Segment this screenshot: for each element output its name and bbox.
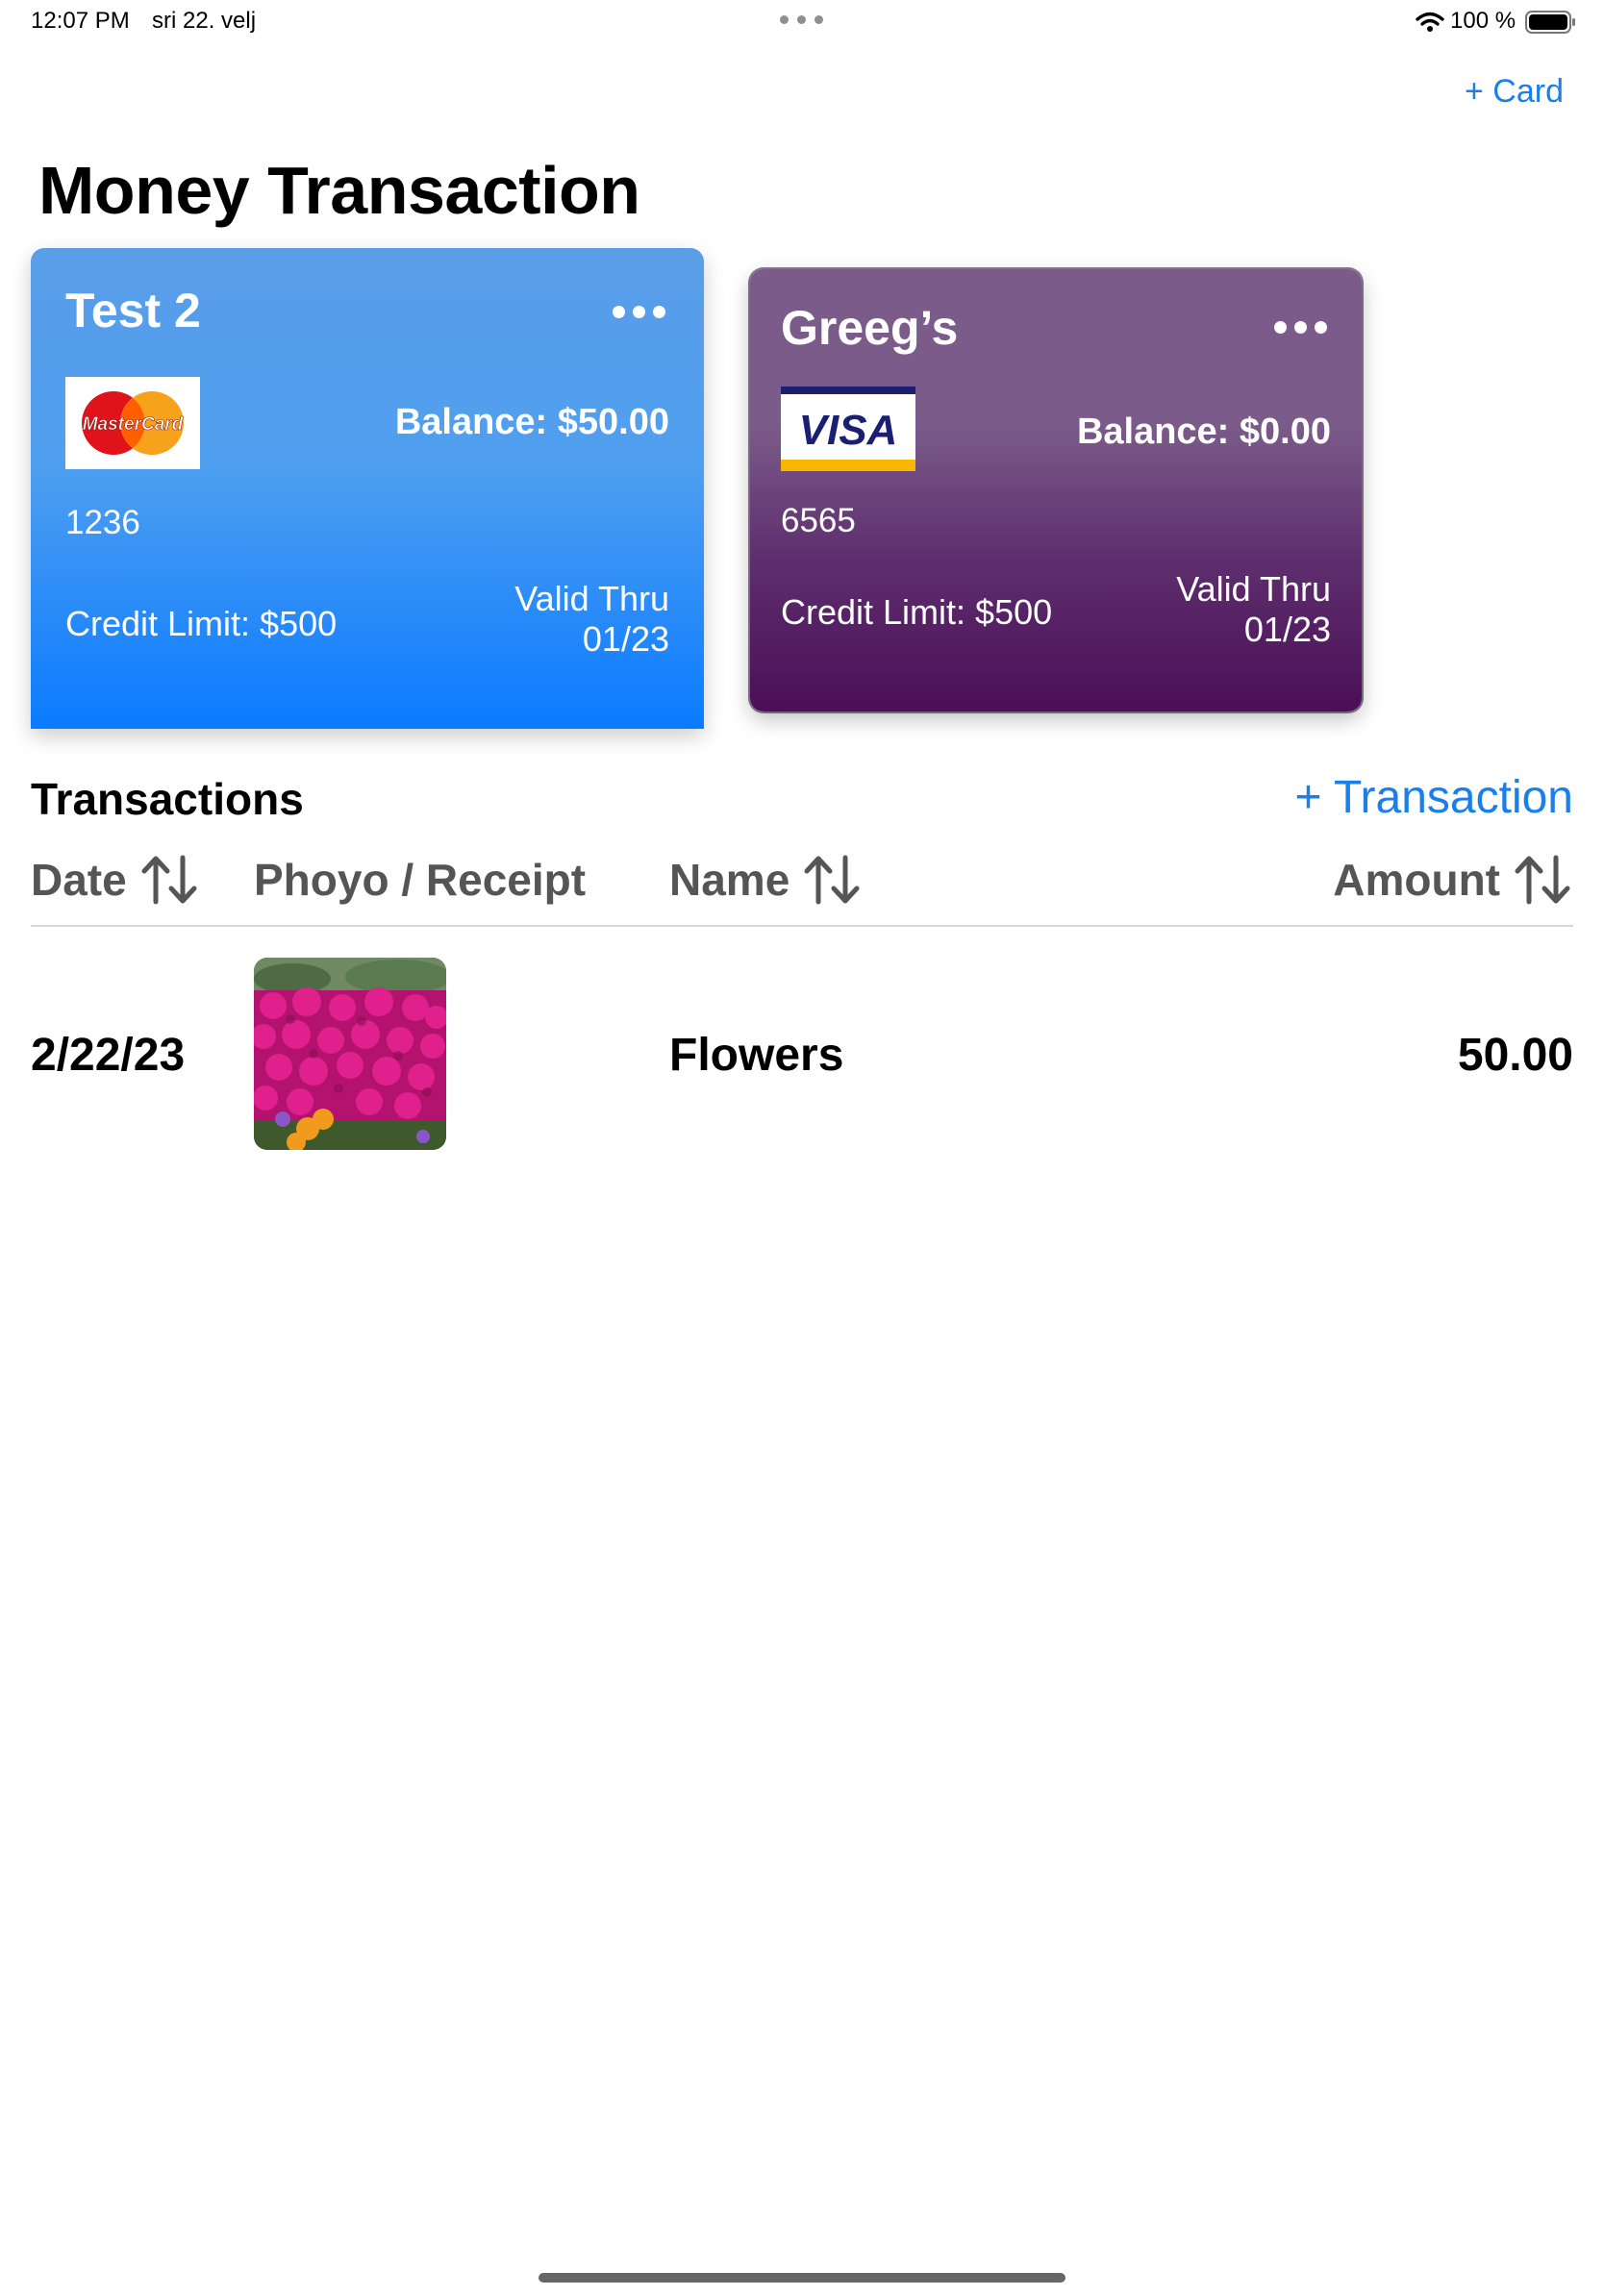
valid-thru-label: Valid Thru <box>514 579 669 618</box>
card-balance: Balance: $0.00 <box>1076 412 1331 452</box>
valid-thru-date: 01/23 <box>1243 610 1331 649</box>
column-header-amount-label: Amount <box>1333 855 1500 905</box>
page-title: Money Transaction <box>38 153 640 228</box>
column-header-date[interactable]: Date <box>31 854 200 906</box>
table-header-divider <box>31 925 1573 927</box>
transaction-date: 2/22/23 <box>31 1030 186 1081</box>
column-header-amount[interactable]: Amount <box>1333 854 1573 906</box>
card-menu-more-icon[interactable] <box>613 306 665 318</box>
card-valid-thru: Valid Thru 01/23 <box>514 579 669 660</box>
card-name: Test 2 <box>65 284 201 337</box>
valid-thru-date: 01/23 <box>582 619 669 659</box>
visa-logo-icon: VISA <box>781 387 915 471</box>
sort-arrows-icon[interactable] <box>1514 854 1573 906</box>
column-header-name[interactable]: Name <box>669 854 863 906</box>
svg-text:VISA: VISA <box>799 407 898 454</box>
card-balance: Balance: $50.00 <box>394 402 669 442</box>
transaction-name: Flowers <box>669 1030 844 1081</box>
card-number: 1236 <box>65 504 140 541</box>
svg-text:MasterCard: MasterCard <box>83 414 184 435</box>
column-header-name-label: Name <box>669 855 790 905</box>
card-menu-more-icon[interactable] <box>1274 321 1327 334</box>
add-transaction-button[interactable]: + Transaction <box>1295 771 1574 824</box>
transaction-amount: 50.00 <box>1457 1030 1573 1081</box>
home-indicator[interactable] <box>539 2273 1065 2283</box>
card-credit-limit: Credit Limit: $500 <box>781 592 1053 632</box>
battery-icon <box>1525 11 1575 34</box>
flowers-photo-thumbnail[interactable] <box>254 958 446 1150</box>
transactions-title: Transactions <box>31 774 304 824</box>
card-name: Greeg’s <box>781 301 959 355</box>
valid-thru-label: Valid Thru <box>1176 569 1331 609</box>
card-greegs[interactable]: Greeg’s VISA Balance: $0.00 6565 Credit … <box>750 269 1362 711</box>
column-header-photo: Phoyo / Receipt <box>254 854 586 906</box>
sort-arrows-icon[interactable] <box>803 854 863 906</box>
status-date: sri 22. velj <box>152 8 257 34</box>
wifi-icon <box>1416 12 1444 32</box>
card-number: 6565 <box>781 502 856 539</box>
column-header-date-label: Date <box>31 855 127 905</box>
sort-arrows-icon[interactable] <box>140 854 200 906</box>
mastercard-logo-icon: MasterCard <box>65 377 200 469</box>
status-time: 12:07 PM <box>31 8 130 34</box>
multitasking-dots-icon[interactable] <box>780 12 824 27</box>
card-valid-thru: Valid Thru 01/23 <box>1176 569 1331 650</box>
column-header-photo-label: Phoyo / Receipt <box>254 855 587 905</box>
card-credit-limit: Credit Limit: $500 <box>65 604 338 643</box>
add-card-button[interactable]: + Card <box>1465 73 1564 111</box>
card-test-2[interactable]: Test 2 MasterCard Balance: $50.00 1236 C… <box>31 248 704 729</box>
battery-percentage: 100 % <box>1450 8 1516 34</box>
